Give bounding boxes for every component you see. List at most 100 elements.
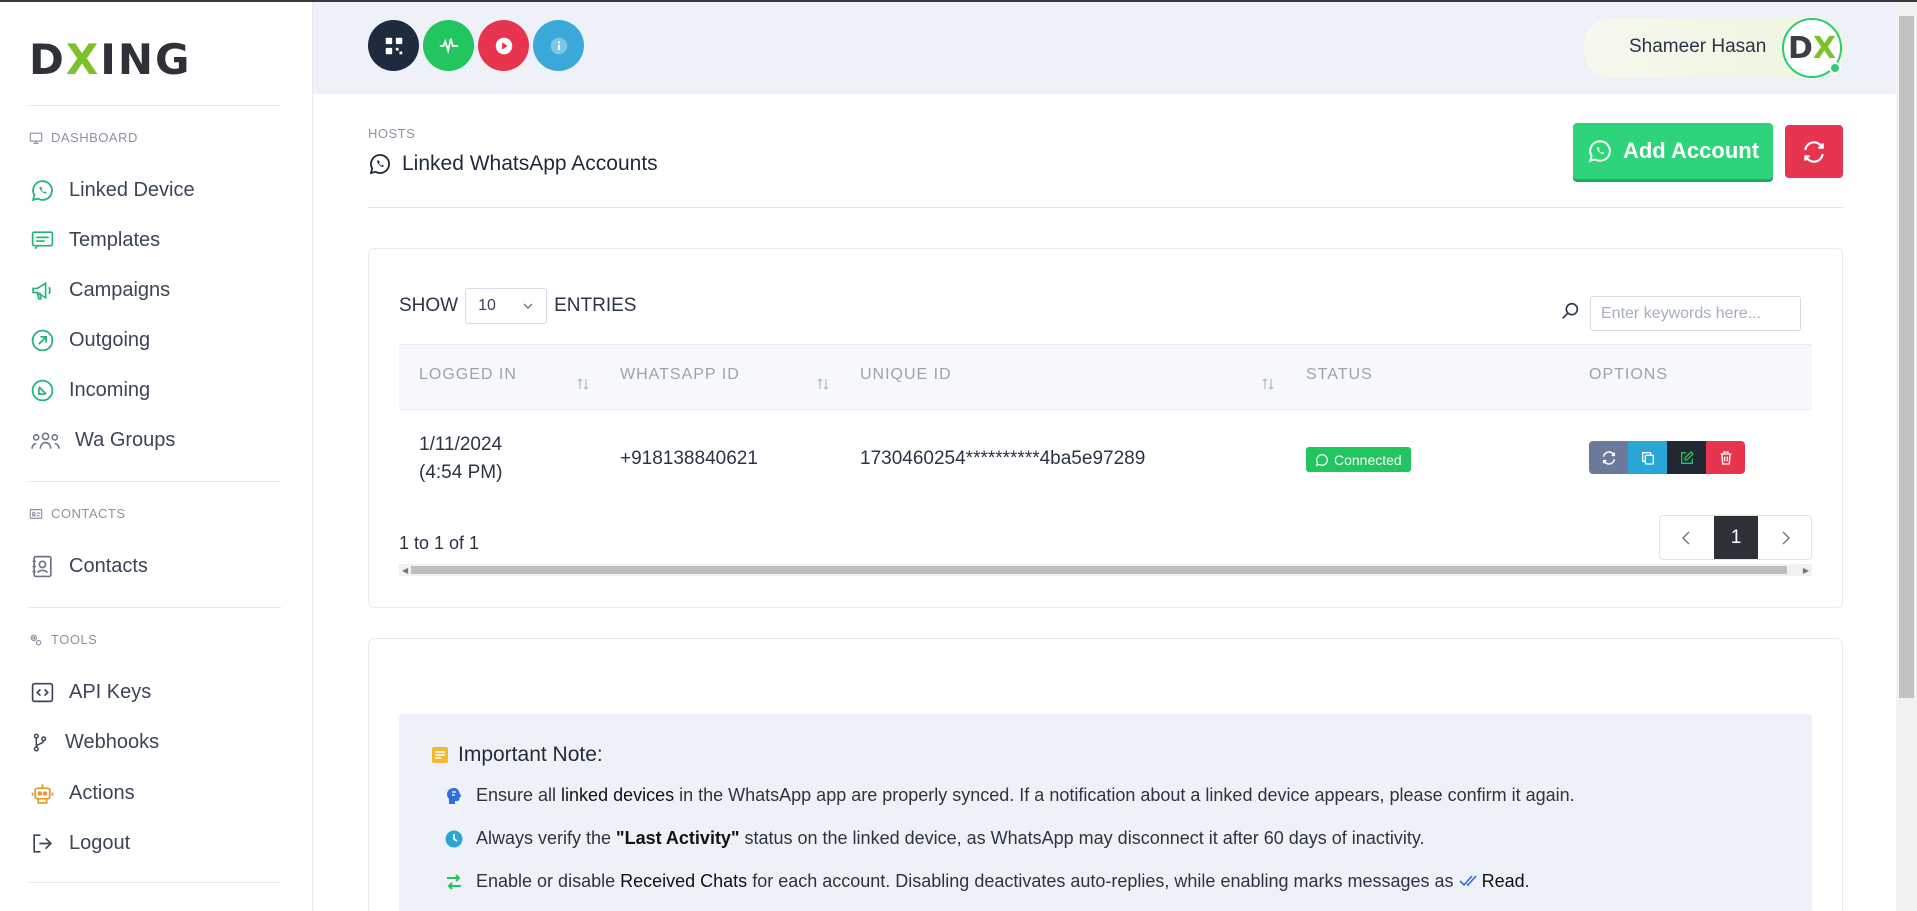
online-status-dot: [1829, 62, 1841, 74]
clock-icon: [445, 830, 463, 847]
row-options: [1589, 441, 1745, 474]
sidebar-item-templates[interactable]: Templates: [29, 227, 160, 253]
user-name: Shameer Hasan: [1629, 36, 1767, 57]
page-size-select[interactable]: 10: [465, 288, 548, 324]
sidebar-item-incoming[interactable]: Incoming: [29, 377, 150, 403]
sort-icon[interactable]: [815, 376, 831, 392]
note-item: Enable or disable Received Chats for eac…: [444, 871, 1530, 892]
section-dashboard: DASHBOARD: [29, 130, 138, 145]
whatsapp-icon: [369, 154, 390, 175]
contact-icon: [29, 553, 55, 579]
logged-in-time: (4:54 PM): [419, 462, 503, 483]
incoming-arrow-icon: [29, 377, 55, 403]
info-icon: [550, 37, 567, 54]
section-label: TOOLS: [51, 632, 98, 647]
logged-in-date: 1/11/2024: [419, 434, 503, 455]
page-title: Linked WhatsApp Accounts: [368, 152, 658, 176]
edit-icon: [1680, 450, 1694, 464]
robot-icon: [29, 780, 55, 806]
note-item: Ensure all linked devices in the WhatsAp…: [444, 785, 1575, 806]
sidebar-item-campaigns[interactable]: Campaigns: [29, 277, 170, 303]
sidebar-item-label: Outgoing: [69, 328, 151, 351]
logout-icon: [29, 830, 55, 856]
sidebar-item-contacts[interactable]: Contacts: [29, 553, 148, 579]
sidebar-item-webhooks[interactable]: Webhooks: [29, 729, 159, 755]
sidebar-item-label: Campaigns: [69, 278, 171, 301]
note-text: Always verify the "Last Activity" status…: [476, 828, 1425, 848]
sidebar-item-api-keys[interactable]: API Keys: [29, 679, 151, 705]
refresh-button[interactable]: [1785, 125, 1843, 178]
sidebar-item-outgoing[interactable]: Outgoing: [29, 327, 150, 353]
brain-icon: [447, 787, 462, 804]
whatsapp-icon: [29, 177, 55, 203]
top-header: Shameer Hasan: [313, 2, 1896, 94]
edit-button[interactable]: [1667, 441, 1706, 474]
sidebar-divider: [29, 882, 281, 883]
prev-page-button[interactable]: [1660, 516, 1714, 559]
sidebar-item-label: Linked Device: [69, 178, 195, 201]
status-badge: Connected: [1306, 447, 1411, 472]
scroll-left-arrow-icon[interactable]: ◀: [402, 566, 408, 575]
show-label: SHOW: [399, 295, 459, 316]
template-icon: [29, 227, 55, 253]
next-page-button[interactable]: [1758, 516, 1811, 559]
chevron-down-icon: [523, 303, 533, 309]
header-divider: [368, 207, 1843, 208]
qr-code-button[interactable]: [368, 20, 419, 71]
scroll-right-arrow-icon[interactable]: ▶: [1803, 566, 1809, 575]
gears-icon: [30, 634, 42, 645]
status-text: Connected: [1334, 451, 1402, 468]
section-label: DASHBOARD: [51, 130, 138, 145]
pulse-icon: [439, 37, 458, 54]
reconnect-button[interactable]: [1589, 441, 1628, 474]
unique-id: 1730460254**********4ba5e97289: [860, 448, 1146, 469]
monitor-icon: [29, 132, 43, 144]
section-tools: TOOLS: [29, 632, 97, 647]
branch-icon: [29, 729, 51, 755]
column-header-options: OPTIONS: [1589, 366, 1669, 383]
search-icon: [1562, 302, 1579, 319]
sticky-note-icon: [432, 747, 448, 763]
delete-button[interactable]: [1706, 441, 1745, 474]
trash-icon: [1720, 450, 1731, 465]
vertical-scrollbar[interactable]: [1896, 2, 1917, 911]
sort-icon[interactable]: [1260, 376, 1276, 392]
page-number-button[interactable]: 1: [1714, 516, 1758, 559]
chevron-left-icon: [1682, 531, 1690, 544]
add-account-button[interactable]: Add Account: [1573, 123, 1773, 179]
section-label: CONTACTS: [51, 506, 126, 521]
refresh-icon: [1804, 140, 1824, 163]
note-title: Important Note:: [430, 743, 603, 767]
whatsapp-icon: [1588, 140, 1611, 163]
column-header-unique-id[interactable]: UNIQUE ID: [860, 366, 952, 384]
scrollbar-thumb[interactable]: [411, 566, 1787, 574]
group-icon: [29, 427, 61, 453]
sidebar-item-wa-groups[interactable]: Wa Groups: [29, 427, 175, 453]
qr-code-icon: [385, 37, 402, 54]
copy-icon: [1641, 451, 1654, 465]
note-text: Ensure all linked devices in the WhatsAp…: [476, 785, 1575, 805]
id-card-icon: [29, 508, 43, 519]
app-root: DXING DASHBOARD Linked Device Templates …: [0, 0, 1917, 911]
sidebar-item-linked-device[interactable]: Linked Device: [29, 177, 195, 203]
column-header-logged-in[interactable]: LOGGED IN: [419, 366, 517, 384]
sidebar-item-logout[interactable]: Logout: [29, 830, 130, 856]
copy-button[interactable]: [1628, 441, 1667, 474]
search-input[interactable]: [1590, 296, 1801, 331]
sidebar-item-actions[interactable]: Actions: [29, 780, 135, 806]
megaphone-icon: [29, 277, 55, 303]
sort-icon[interactable]: [575, 376, 591, 392]
scrollbar-thumb[interactable]: [1899, 16, 1914, 698]
column-header-whatsapp-id[interactable]: WHATSAPP ID: [620, 366, 740, 384]
play-button[interactable]: [478, 20, 529, 71]
brand-logo[interactable]: DXING: [29, 38, 192, 82]
horizontal-scrollbar[interactable]: ◀ ▶: [399, 564, 1812, 576]
info-button[interactable]: [533, 20, 584, 71]
sidebar-item-label: Wa Groups: [75, 428, 176, 451]
toggle-arrows-icon: [447, 873, 461, 890]
status-pulse-button[interactable]: [423, 20, 474, 71]
sidebar-divider: [29, 607, 281, 608]
breadcrumb: HOSTS: [368, 126, 416, 141]
sidebar-item-label: Contacts: [69, 554, 148, 577]
play-icon: [495, 37, 512, 54]
